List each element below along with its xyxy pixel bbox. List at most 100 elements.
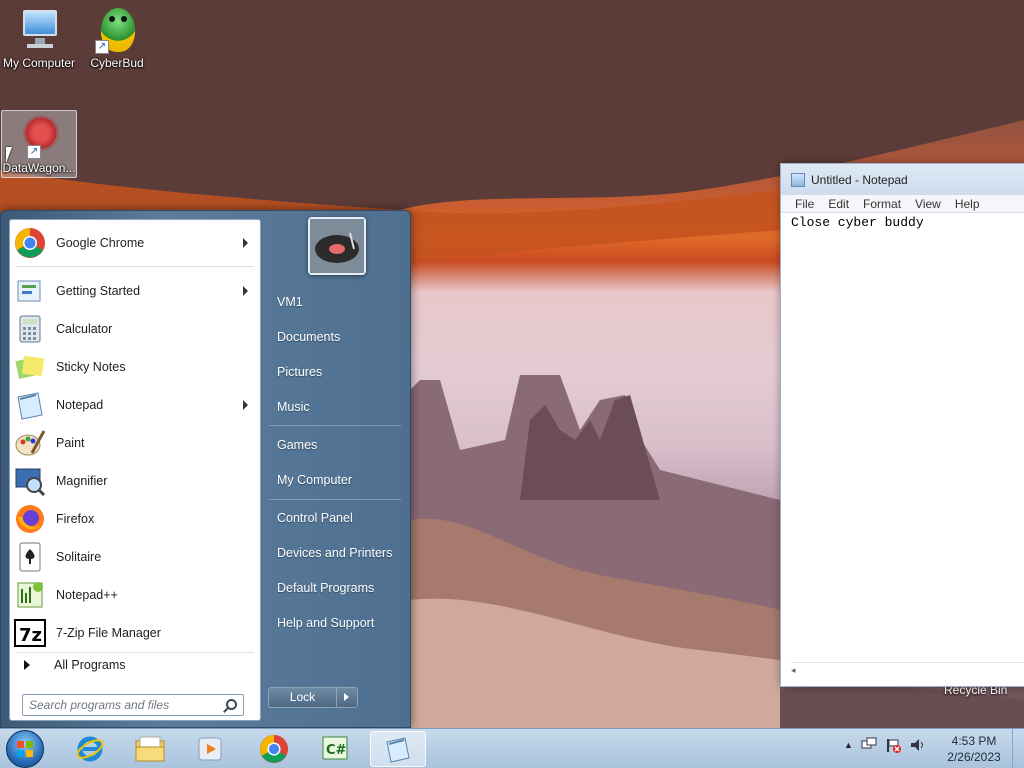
program-label: Solitaire bbox=[56, 550, 102, 564]
program-getting-started[interactable]: Getting Started bbox=[10, 272, 260, 310]
start-button[interactable] bbox=[6, 730, 44, 768]
desktop-icon-datawagon[interactable]: ↗ DataWagon... bbox=[1, 110, 77, 178]
user-picture[interactable] bbox=[308, 217, 366, 275]
clock-time: 4:53 PM bbox=[951, 734, 997, 748]
csharp-icon: C# bbox=[322, 736, 348, 760]
program-label: Firefox bbox=[56, 512, 95, 526]
search-input[interactable]: Search programs and files bbox=[22, 694, 244, 716]
notepad-icon bbox=[791, 172, 805, 187]
svg-text:C#: C# bbox=[326, 743, 347, 758]
start-item-music[interactable]: Music bbox=[266, 392, 406, 422]
calculator-icon bbox=[14, 313, 46, 345]
start-item-default-programs[interactable]: Default Programs bbox=[266, 573, 406, 603]
magnifier-icon bbox=[14, 465, 46, 497]
program-firefox[interactable]: Firefox bbox=[10, 500, 260, 538]
submenu-arrow-icon[interactable] bbox=[243, 400, 248, 410]
submenu-arrow-icon[interactable] bbox=[243, 238, 248, 248]
show-desktop-button[interactable] bbox=[1012, 729, 1024, 768]
program-calculator[interactable]: Calculator bbox=[10, 310, 260, 348]
horizontal-scrollbar[interactable]: ◂ bbox=[791, 662, 1024, 676]
start-item-documents[interactable]: Documents bbox=[266, 322, 406, 352]
taskbar-notepad[interactable] bbox=[370, 731, 426, 767]
clock-date: 2/26/2023 bbox=[947, 750, 1001, 764]
paint-icon bbox=[14, 427, 46, 459]
menu-help[interactable]: Help bbox=[955, 197, 980, 211]
shortcut-arrow-icon: ↗ bbox=[95, 40, 109, 54]
program-label: Google Chrome bbox=[56, 236, 145, 250]
computer-icon bbox=[15, 6, 63, 54]
desktop-icon-label: CyberBud bbox=[90, 56, 144, 70]
taskbar-csharp-app[interactable]: C# bbox=[308, 731, 364, 767]
all-programs-label: All Programs bbox=[54, 658, 126, 672]
taskbar-media-player[interactable] bbox=[182, 731, 238, 767]
desktop-icon-label: DataWagon... bbox=[2, 161, 76, 175]
all-programs-arrow-icon bbox=[24, 660, 30, 670]
clock[interactable]: 4:53 PM 2/26/2023 bbox=[932, 733, 1016, 765]
search-icon[interactable] bbox=[226, 699, 237, 710]
start-item-games[interactable]: Games bbox=[266, 430, 406, 460]
start-item-help-support[interactable]: Help and Support bbox=[266, 608, 406, 638]
taskbar-internet-explorer[interactable] bbox=[62, 731, 118, 767]
menu-format[interactable]: Format bbox=[863, 197, 901, 211]
show-hidden-icons-icon[interactable]: ▲ bbox=[844, 740, 853, 750]
start-item-devices-printers[interactable]: Devices and Printers bbox=[266, 538, 406, 568]
program-label: Getting Started bbox=[56, 284, 141, 298]
notepad-icon bbox=[386, 737, 410, 763]
taskbar: C# ▲ 4:53 PM 2/26/2023 bbox=[0, 728, 1024, 768]
start-item-control-panel[interactable]: Control Panel bbox=[266, 503, 406, 533]
notepad-title: Untitled - Notepad bbox=[811, 172, 908, 187]
all-programs-button[interactable]: All Programs bbox=[16, 650, 256, 680]
action-center-flag-icon[interactable] bbox=[885, 737, 901, 753]
7zip-icon: 7z bbox=[14, 617, 46, 649]
program-7zip[interactable]: 7z 7-Zip File Manager bbox=[10, 614, 260, 652]
internet-explorer-icon bbox=[76, 736, 104, 762]
start-item-my-computer[interactable]: My Computer bbox=[266, 465, 406, 495]
taskbar-file-explorer[interactable] bbox=[122, 731, 178, 767]
system-tray: ▲ bbox=[844, 737, 925, 753]
notepad-text-area[interactable]: Close cyber buddy bbox=[781, 213, 1024, 232]
start-menu: Google Chrome Getting Started Calculator… bbox=[0, 210, 411, 728]
notepad-titlebar[interactable]: Untitled - Notepad bbox=[781, 164, 1024, 195]
start-item-pictures[interactable]: Pictures bbox=[266, 357, 406, 387]
datawagon-icon: ↗ bbox=[15, 111, 63, 159]
firefox-icon bbox=[14, 503, 46, 535]
program-notepad[interactable]: Notepad bbox=[10, 386, 260, 424]
lock-button[interactable]: Lock bbox=[268, 687, 358, 708]
windows-logo-icon bbox=[17, 741, 33, 757]
search-placeholder: Search programs and files bbox=[29, 698, 170, 712]
solitaire-icon bbox=[14, 541, 46, 573]
program-paint[interactable]: Paint bbox=[10, 424, 260, 462]
mouse-cursor bbox=[6, 147, 12, 163]
desktop[interactable]: { "desktop": { "icons": [ {"label": "My … bbox=[0, 0, 1024, 768]
program-label: Calculator bbox=[56, 322, 113, 336]
volume-icon[interactable] bbox=[909, 737, 925, 753]
menu-file[interactable]: File bbox=[795, 197, 814, 211]
program-label: 7-Zip File Manager bbox=[56, 626, 161, 640]
start-item-vm1[interactable]: VM1 bbox=[266, 287, 406, 317]
submenu-arrow-icon[interactable] bbox=[243, 286, 248, 296]
sticky-notes-icon bbox=[14, 351, 46, 383]
program-label: Notepad++ bbox=[56, 588, 118, 602]
program-notepadpp[interactable]: Notepad++ bbox=[10, 576, 260, 614]
program-magnifier[interactable]: Magnifier bbox=[10, 462, 260, 500]
separator bbox=[16, 266, 254, 267]
notepadpp-icon bbox=[14, 579, 46, 611]
scroll-left-icon[interactable]: ◂ bbox=[791, 665, 796, 675]
program-label: Notepad bbox=[56, 398, 104, 412]
menu-edit[interactable]: Edit bbox=[828, 197, 849, 211]
start-menu-programs-pane: Google Chrome Getting Started Calculator… bbox=[9, 219, 261, 721]
program-solitaire[interactable]: Solitaire bbox=[10, 538, 260, 576]
chrome-icon bbox=[259, 734, 289, 764]
notepad-window[interactable]: Untitled - Notepad File Edit Format View… bbox=[780, 163, 1024, 687]
program-sticky-notes[interactable]: Sticky Notes bbox=[10, 348, 260, 386]
taskbar-chrome[interactable] bbox=[246, 731, 302, 767]
desktop-icon-my-computer[interactable]: My Computer bbox=[1, 6, 77, 70]
network-icon[interactable] bbox=[861, 737, 877, 753]
shutdown-options-arrow-icon[interactable] bbox=[337, 688, 357, 707]
program-google-chrome[interactable]: Google Chrome bbox=[10, 224, 260, 262]
desktop-icon-cyberbud[interactable]: ↗ CyberBud bbox=[79, 6, 155, 70]
svg-text:7z: 7z bbox=[19, 625, 42, 646]
notepad-icon bbox=[14, 389, 46, 421]
menu-view[interactable]: View bbox=[915, 197, 941, 211]
desktop-icon-label: My Computer bbox=[2, 56, 76, 70]
